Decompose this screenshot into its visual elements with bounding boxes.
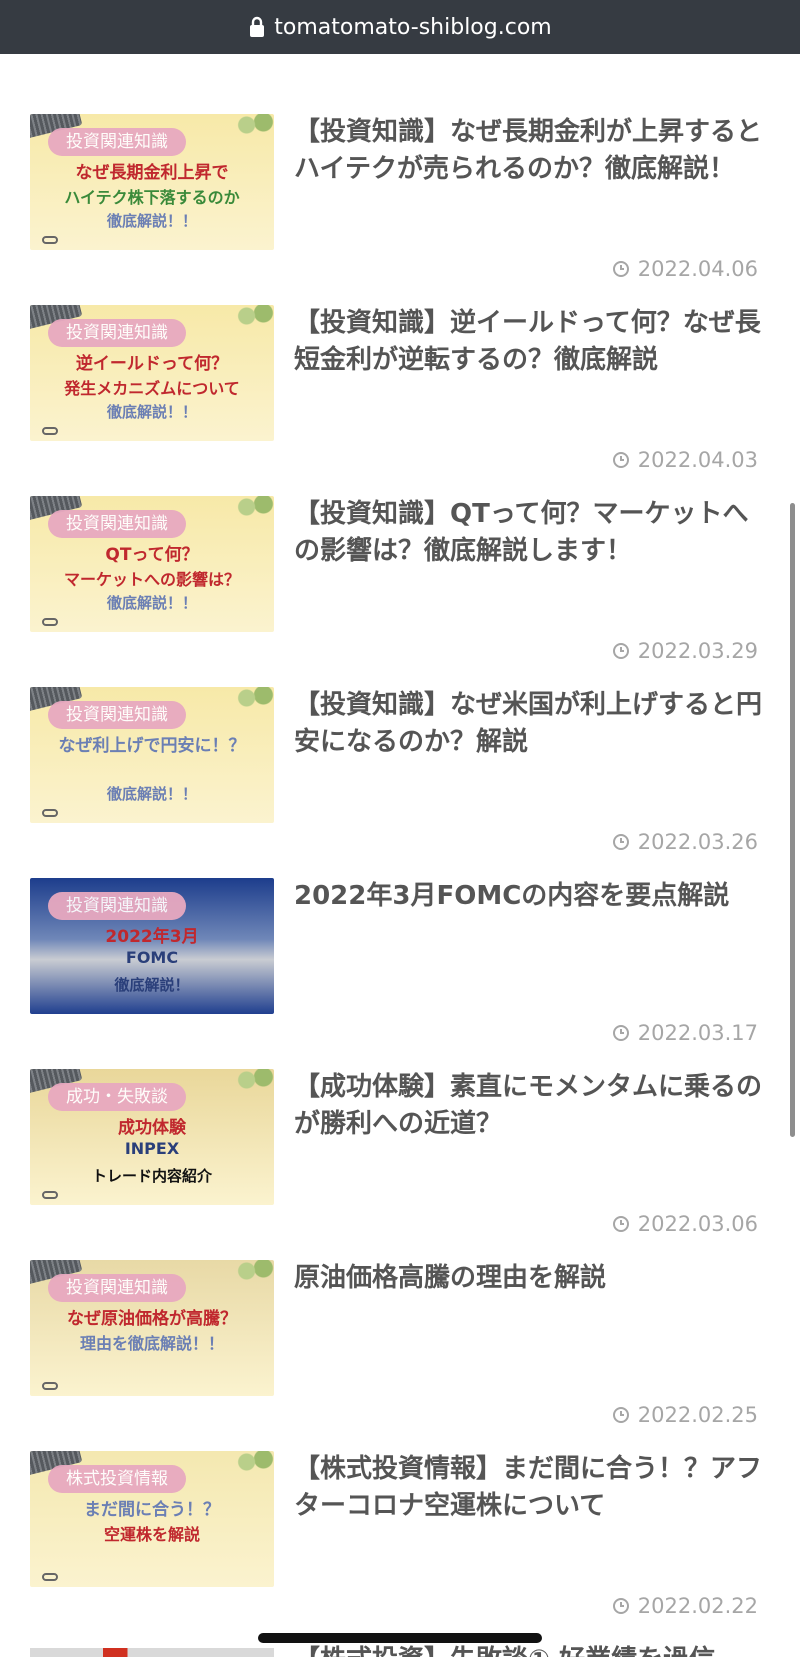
clip-decoration (42, 1191, 58, 1199)
post-thumbnail[interactable] (30, 1648, 274, 1657)
clock-icon (612, 452, 629, 468)
thumbnail-text-line-2: ハイテク株下落するのか (64, 188, 240, 207)
post-date: 2022.03.17 (612, 1021, 758, 1045)
category-badge: 投資関連知識 (48, 510, 186, 538)
thumbnail-text-line-3: 徹底解説！！ (106, 403, 197, 421)
post-date: 2022.04.06 (612, 257, 758, 281)
clip-decoration (42, 427, 58, 435)
post-date-text: 2022.03.06 (637, 1212, 758, 1236)
thumbnail-text-line-2: INPEX (124, 1139, 180, 1158)
post-date: 2022.03.06 (612, 1212, 758, 1236)
clip-decoration (42, 618, 58, 626)
category-badge: 成功・失敗談 (48, 1083, 186, 1111)
clip-decoration (42, 809, 58, 817)
thumbnail-text-line-1: まだ間に合う！？ (84, 1500, 220, 1520)
post-thumbnail[interactable]: 株式投資情報 まだ間に合う！？ 空運株を解説 (30, 1451, 274, 1587)
post-date: 2022.04.03 (612, 448, 758, 472)
category-badge: 投資関連知識 (48, 892, 186, 920)
post-date-text: 2022.04.06 (637, 257, 758, 281)
post-title[interactable]: 【株式投資】失敗談① 好業績を過信 (294, 1642, 715, 1657)
post-title[interactable]: 【成功体験】素直にモメンタムに乗るのが勝利への近道？ (294, 1069, 774, 1143)
thumbnail-text-line-2: 空運株を解説 (103, 1525, 200, 1544)
post-date: 2022.02.22 (612, 1594, 758, 1618)
post-thumbnail[interactable]: 投資関連知識 なぜ原油価格が高騰？ 理由を徹底解説！！ (30, 1260, 274, 1396)
thumbnail-text-line-3: 徹底解説！！ (106, 594, 197, 612)
thumbnail-text-line-3: 徹底解説！！ (106, 212, 197, 230)
browser-url-bar[interactable]: tomatomato-shiblog.com (0, 0, 800, 54)
post-date: 2022.03.26 (612, 830, 758, 854)
plant-decoration (234, 1260, 274, 1286)
thumbnail-text-line-2: マーケットへの影響は？ (63, 570, 240, 589)
clock-icon (612, 1407, 629, 1423)
clock-icon (612, 1216, 629, 1232)
thumbnail-text-line-1: 2022年3月 (105, 927, 199, 947)
scrollbar[interactable] (790, 503, 795, 1137)
post-card[interactable]: 投資関連知識 なぜ利上げで円安に！？ 徹底解説！！ 【投資知識】なぜ米国が利上げ… (0, 687, 800, 878)
post-thumbnail[interactable]: 投資関連知識 なぜ利上げで円安に！？ 徹底解説！！ (30, 687, 274, 823)
clock-icon (612, 1598, 629, 1614)
thumbnail-text-line-1: 逆イールドって何？ (75, 354, 229, 374)
thumbnail-text-line-2: FOMC (125, 948, 179, 967)
post-date-text: 2022.02.22 (637, 1594, 758, 1618)
category-badge: 投資関連知識 (48, 319, 186, 347)
plant-decoration (234, 114, 274, 140)
post-title[interactable]: 【投資知識】なぜ米国が利上げすると円安になるのか？解説 (294, 687, 774, 761)
url-text: tomatomato-shiblog.com (274, 14, 552, 40)
plant-decoration (234, 1451, 274, 1477)
plant-decoration (234, 687, 274, 713)
post-date-text: 2022.04.03 (637, 448, 758, 472)
post-card[interactable]: 株式投資情報 まだ間に合う！？ 空運株を解説 【株式投資情報】まだ間に合う！？ア… (0, 1451, 800, 1642)
plant-decoration (234, 305, 274, 331)
clock-icon (612, 261, 629, 277)
thumbnail-text-line-3: 徹底解説！！ (106, 785, 197, 803)
post-title[interactable]: 【投資知識】なぜ長期金利が上昇するとハイテクが売られるのか？徹底解説！ (294, 114, 774, 188)
post-date-text: 2022.03.17 (637, 1021, 758, 1045)
thumbnail-text-line-3: トレード内容紹介 (91, 1167, 212, 1185)
post-card[interactable]: 投資関連知識 なぜ長期金利上昇で ハイテク株下落するのか 徹底解説！！ 【投資知… (0, 114, 800, 305)
post-date: 2022.02.25 (612, 1403, 758, 1427)
post-date-text: 2022.02.25 (637, 1403, 758, 1427)
plant-decoration (234, 1069, 274, 1095)
category-badge: 株式投資情報 (48, 1465, 186, 1493)
post-card[interactable]: 投資関連知識 QTって何？ マーケットへの影響は？ 徹底解説！！ 【投資知識】Q… (0, 496, 800, 687)
post-thumbnail[interactable]: 投資関連知識 QTって何？ マーケットへの影響は？ 徹底解説！！ (30, 496, 274, 632)
clip-decoration (42, 1573, 58, 1581)
post-card[interactable]: 投資関連知識 2022年3月 FOMC 徹底解説！ 2022年3月FOMCの内容… (0, 878, 800, 1069)
category-badge: 投資関連知識 (48, 701, 186, 729)
thumbnail-text-line-1: QTって何？ (105, 545, 199, 565)
post-date-text: 2022.03.26 (637, 830, 758, 854)
thumbnail-text-line-1: なぜ利上げで円安に！？ (58, 736, 246, 756)
home-indicator (258, 1633, 542, 1643)
post-title[interactable]: 【投資知識】QTって何？マーケットへの影響は？徹底解説します！ (294, 496, 774, 570)
post-date: 2022.03.29 (612, 639, 758, 663)
post-card[interactable]: 投資関連知識 逆イールドって何？ 発生メカニズムについて 徹底解説！！ 【投資知… (0, 305, 800, 496)
category-badge: 投資関連知識 (48, 1274, 186, 1302)
post-thumbnail[interactable]: 投資関連知識 なぜ長期金利上昇で ハイテク株下落するのか 徹底解説！！ (30, 114, 274, 250)
clip-decoration (42, 1382, 58, 1390)
lock-icon (250, 16, 265, 37)
thumbnail-text-line-2: 発生メカニズムについて (64, 379, 240, 398)
thumbnail-text-line-1: なぜ長期金利上昇で (75, 163, 229, 183)
post-title[interactable]: 【株式投資情報】まだ間に合う！？アフターコロナ空運株について (294, 1451, 774, 1525)
clip-decoration (42, 236, 58, 244)
post-thumbnail[interactable]: 投資関連知識 2022年3月 FOMC 徹底解説！ (30, 878, 274, 1014)
post-date-text: 2022.03.29 (637, 639, 758, 663)
clock-icon (612, 834, 629, 850)
post-thumbnail[interactable]: 成功・失敗談 成功体験 INPEX トレード内容紹介 (30, 1069, 274, 1205)
post-card[interactable]: 成功・失敗談 成功体験 INPEX トレード内容紹介 【成功体験】素直にモメンタ… (0, 1069, 800, 1260)
clock-icon (612, 643, 629, 659)
category-badge: 投資関連知識 (48, 128, 186, 156)
thumbnail-text-line-1: なぜ原油価格が高騰？ (67, 1309, 237, 1329)
post-title[interactable]: 原油価格高騰の理由を解説 (294, 1260, 774, 1297)
clock-icon (612, 1025, 629, 1041)
thumbnail-text-line-1: 成功体験 (118, 1118, 186, 1138)
thumbnail-text-line-3: 徹底解説！ (114, 976, 190, 994)
plant-decoration (234, 496, 274, 522)
post-title[interactable]: 【投資知識】逆イールドって何？なぜ長短金利が逆転するの？徹底解説 (294, 305, 774, 379)
post-thumbnail[interactable]: 投資関連知識 逆イールドって何？ 発生メカニズムについて 徹底解説！！ (30, 305, 274, 441)
post-card[interactable]: 投資関連知識 なぜ原油価格が高騰？ 理由を徹底解説！！ 原油価格高騰の理由を解説… (0, 1260, 800, 1451)
thumbnail-text-line-2: 理由を徹底解説！！ (79, 1334, 224, 1353)
post-title[interactable]: 2022年3月FOMCの内容を要点解説 (294, 878, 774, 915)
